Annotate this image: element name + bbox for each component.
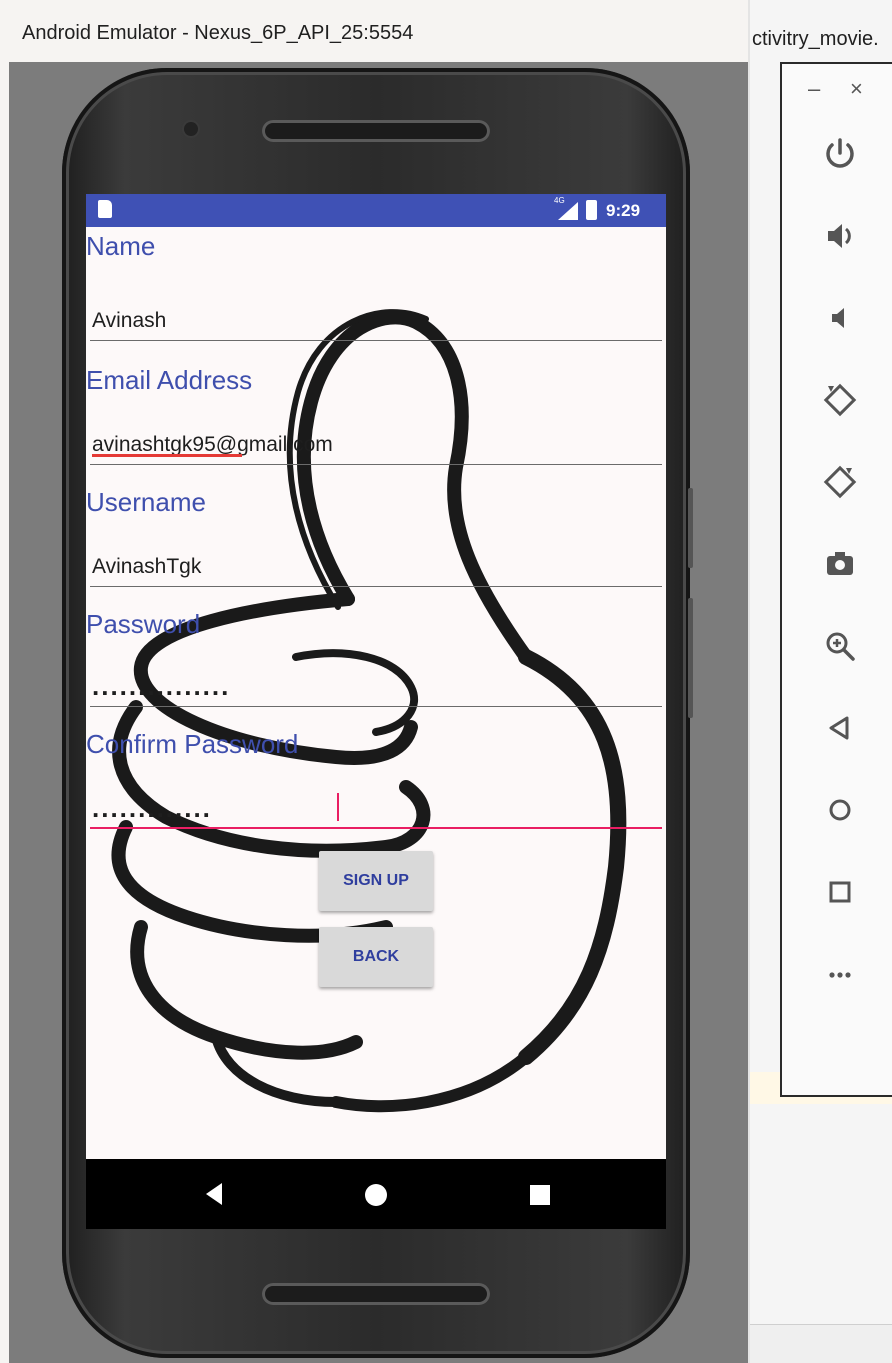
- status-bar: 4G 9:29: [86, 194, 666, 227]
- sd-card-icon: [98, 200, 112, 218]
- rotate-left-icon[interactable]: [810, 370, 870, 430]
- device-frame: 4G 9:29 Name Avinash Email Address avina…: [62, 68, 693, 1358]
- confirm-password-label: Confirm Password: [86, 729, 299, 759]
- volume-up-icon[interactable]: [810, 206, 870, 266]
- side-window: ctivitry_movie. – ×: [748, 0, 892, 1363]
- email-input[interactable]: [90, 425, 662, 465]
- signal-icon: [558, 202, 578, 220]
- nav-recents-icon[interactable]: [530, 1185, 550, 1205]
- window-title: Android Emulator - Nexus_6P_API_25:5554: [22, 22, 414, 44]
- password-input[interactable]: [90, 667, 662, 707]
- camera-icon[interactable]: [810, 534, 870, 594]
- nav-home-icon[interactable]: [365, 1184, 387, 1206]
- rotate-right-icon[interactable]: [810, 452, 870, 512]
- battery-icon: [586, 200, 597, 220]
- navigation-bar: [86, 1159, 666, 1229]
- back-icon[interactable]: [810, 698, 870, 758]
- overview-icon[interactable]: [810, 862, 870, 922]
- home-icon[interactable]: [810, 780, 870, 840]
- name-input[interactable]: [90, 301, 662, 341]
- more-icon[interactable]: [810, 944, 870, 1004]
- sign-up-button[interactable]: SIGN UP: [319, 851, 433, 911]
- back-button[interactable]: BACK: [319, 927, 433, 987]
- nav-back-icon[interactable]: [206, 1183, 222, 1205]
- zoom-icon[interactable]: [810, 616, 870, 676]
- spellcheck-underline: [92, 454, 242, 457]
- close-icon[interactable]: ×: [850, 78, 863, 100]
- emulator-toolbar: – ×: [780, 62, 892, 1097]
- minimize-icon[interactable]: –: [808, 78, 820, 100]
- volume-side-button: [688, 598, 693, 718]
- email-label: Email Address: [86, 365, 253, 395]
- power-icon[interactable]: [810, 124, 870, 184]
- name-label: Name: [86, 231, 156, 261]
- side-window-footer: [750, 1324, 892, 1363]
- confirm-password-input[interactable]: [90, 789, 662, 829]
- volume-down-icon[interactable]: [810, 288, 870, 348]
- signup-screen: Name Email Address Username Password Con…: [86, 227, 666, 1159]
- toolbar-window-controls: – ×: [782, 74, 892, 104]
- side-window-title: ctivitry_movie.: [752, 28, 879, 50]
- password-label: Password: [86, 609, 201, 639]
- power-side-button: [688, 488, 693, 568]
- status-time: 9:29: [606, 201, 641, 220]
- front-camera: [184, 122, 198, 136]
- device-screen: 4G 9:29 Name Avinash Email Address avina…: [86, 194, 666, 1229]
- emulator-window: Android Emulator - Nexus_6P_API_25:5554 …: [0, 0, 748, 1363]
- text-cursor: [337, 793, 339, 821]
- bottom-speaker: [262, 1283, 490, 1305]
- username-label: Username: [86, 487, 206, 517]
- username-input[interactable]: [90, 547, 662, 587]
- top-speaker: [262, 120, 490, 142]
